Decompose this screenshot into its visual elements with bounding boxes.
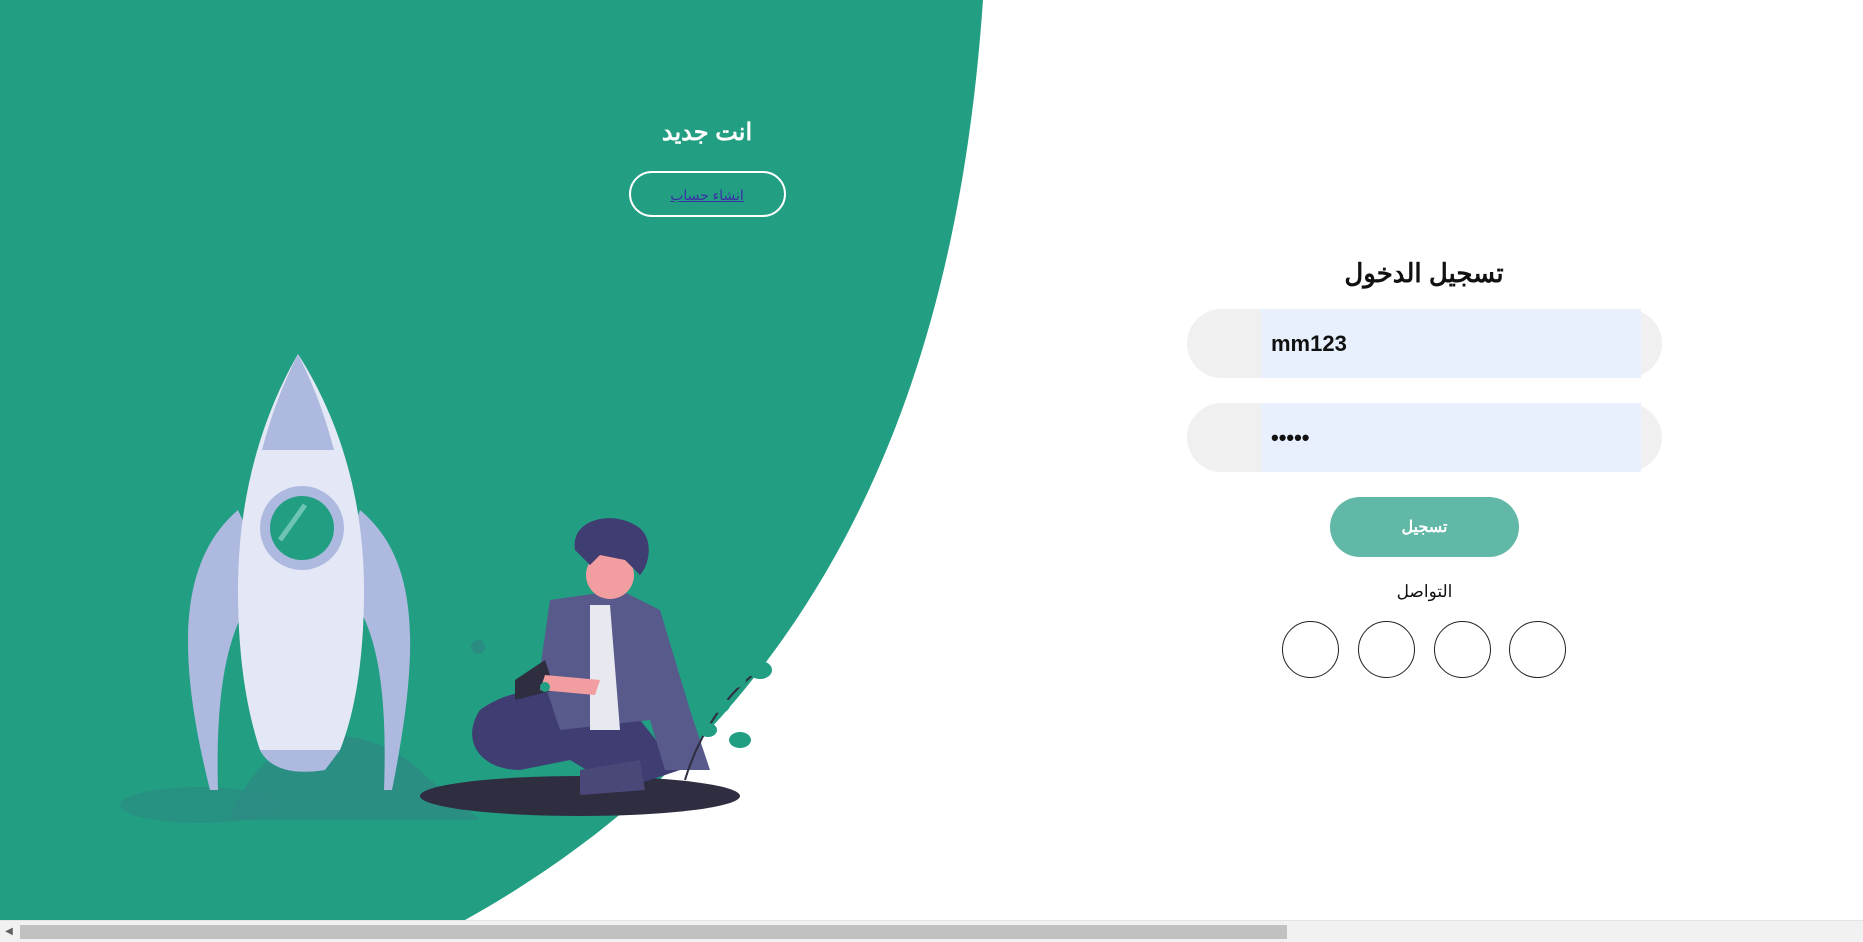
create-account-button[interactable]: انشاء حساب: [628, 171, 786, 217]
rocket-illustration: [120, 354, 772, 823]
login-page: انت جديد انشاء حساب تسجيل الدخول mm123 •…: [0, 0, 1863, 942]
social-button-4[interactable]: [1509, 621, 1566, 678]
scrollbar-thumb[interactable]: [20, 925, 1287, 939]
new-user-heading: انت جديد: [661, 119, 753, 146]
password-field: [1187, 403, 1662, 472]
login-title: تسجيل الدخول: [1344, 258, 1504, 288]
horizontal-scrollbar[interactable]: ◀: [0, 920, 1863, 942]
social-button-1[interactable]: [1282, 621, 1339, 678]
social-button-3[interactable]: [1434, 621, 1491, 678]
social-label: التواصل: [1396, 582, 1453, 601]
social-button-2[interactable]: [1358, 621, 1415, 678]
username-input[interactable]: [1263, 309, 1633, 378]
scroll-left-arrow-icon[interactable]: ◀: [0, 921, 18, 942]
username-field: [1187, 309, 1662, 378]
login-submit-button[interactable]: تسجيل: [1330, 497, 1519, 557]
password-input[interactable]: [1263, 403, 1633, 472]
signup-panel: انت جديد انشاء حساب: [600, 118, 814, 217]
